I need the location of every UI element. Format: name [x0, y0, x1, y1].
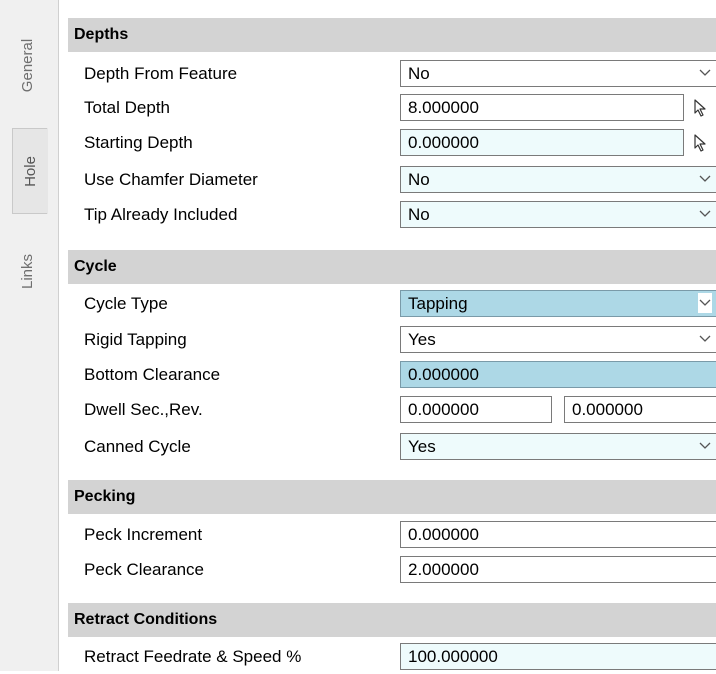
tip-already-included-value: No: [408, 205, 430, 224]
retract-feedrate-input[interactable]: 100.000000: [400, 643, 716, 670]
depth-from-feature-value: No: [408, 64, 430, 83]
starting-depth-input[interactable]: 0.000000: [400, 129, 684, 156]
total-depth-input[interactable]: 8.000000: [400, 94, 684, 121]
canned-cycle-dropdown[interactable]: Yes: [400, 433, 716, 460]
cycle-type-value: Tapping: [408, 294, 468, 313]
label-use-chamfer-diameter: Use Chamfer Diameter: [84, 170, 258, 189]
cycle-type-dropdown[interactable]: Tapping: [400, 290, 716, 317]
row-canned-cycle: Canned Cycle Yes: [68, 430, 716, 464]
dwell-revolutions-input[interactable]: 0.000000: [564, 396, 716, 423]
peck-clearance-input[interactable]: 2.000000: [400, 556, 716, 583]
chevron-down-icon[interactable]: [698, 204, 712, 224]
label-tip-already-included: Tip Already Included: [84, 205, 238, 224]
label-bottom-clearance: Bottom Clearance: [84, 365, 221, 384]
row-depth-from-feature: Depth From Feature No: [68, 57, 716, 91]
use-chamfer-diameter-value: No: [408, 170, 430, 189]
tab-general[interactable]: General: [12, 20, 44, 110]
use-chamfer-diameter-dropdown[interactable]: No: [400, 166, 716, 193]
chevron-down-icon[interactable]: [698, 436, 712, 456]
section-header-cycle[interactable]: Cycle: [68, 250, 716, 284]
row-cycle-type: Cycle Type Tapping: [68, 287, 716, 321]
tab-links[interactable]: Links: [12, 236, 44, 306]
row-peck-clearance: Peck Clearance 2.000000: [68, 553, 716, 587]
section-header-retract-conditions[interactable]: Retract Conditions: [68, 603, 716, 637]
label-canned-cycle: Canned Cycle: [84, 437, 191, 456]
section-header-pecking[interactable]: Pecking: [68, 480, 716, 514]
cursor-pick-icon[interactable]: [690, 96, 712, 120]
chevron-down-icon[interactable]: [698, 169, 712, 189]
row-rigid-tapping: Rigid Tapping Yes: [68, 323, 716, 357]
label-cycle-type: Cycle Type: [84, 294, 168, 313]
label-peck-clearance: Peck Clearance: [84, 560, 205, 579]
row-use-chamfer-diameter: Use Chamfer Diameter No: [68, 163, 716, 197]
dwell-seconds-input[interactable]: 0.000000: [400, 396, 552, 423]
tab-hole-label: Hole: [21, 155, 39, 187]
row-dwell: Dwell Sec.,Rev. 0.000000 0.000000: [68, 393, 716, 427]
tab-general-label: General: [19, 38, 37, 92]
chevron-down-icon[interactable]: [698, 293, 712, 313]
depth-from-feature-dropdown[interactable]: No: [400, 60, 716, 87]
canned-cycle-value: Yes: [408, 437, 436, 456]
tab-hole[interactable]: Hole: [12, 128, 47, 214]
label-dwell: Dwell Sec.,Rev.: [84, 400, 203, 419]
chevron-down-icon[interactable]: [698, 329, 712, 349]
tab-links-label: Links: [19, 253, 37, 289]
cursor-pick-icon[interactable]: [690, 131, 712, 155]
peck-increment-input[interactable]: 0.000000: [400, 521, 716, 548]
label-peck-increment: Peck Increment: [84, 525, 203, 544]
label-depth-from-feature: Depth From Feature: [84, 64, 238, 83]
rigid-tapping-value: Yes: [408, 330, 436, 349]
section-header-depths[interactable]: Depths: [68, 18, 716, 52]
label-starting-depth: Starting Depth: [84, 133, 193, 152]
row-starting-depth: Starting Depth 0.000000: [68, 126, 716, 160]
row-retract-feedrate: Retract Feedrate & Speed % 100.000000: [68, 640, 716, 674]
label-total-depth: Total Depth: [84, 98, 170, 117]
label-retract-feedrate: Retract Feedrate & Speed %: [84, 647, 302, 666]
bottom-clearance-input[interactable]: 0.000000: [400, 361, 716, 388]
row-bottom-clearance: Bottom Clearance 0.000000: [68, 358, 716, 392]
tip-already-included-dropdown[interactable]: No: [400, 201, 716, 228]
chevron-down-icon[interactable]: [698, 63, 712, 83]
row-tip-already-included: Tip Already Included No: [68, 198, 716, 232]
vertical-tab-strip: General Hole Links: [0, 0, 59, 671]
label-rigid-tapping: Rigid Tapping: [84, 330, 187, 349]
row-total-depth: Total Depth 8.000000: [68, 91, 716, 125]
rigid-tapping-dropdown[interactable]: Yes: [400, 326, 716, 353]
row-peck-increment: Peck Increment 0.000000: [68, 518, 716, 552]
